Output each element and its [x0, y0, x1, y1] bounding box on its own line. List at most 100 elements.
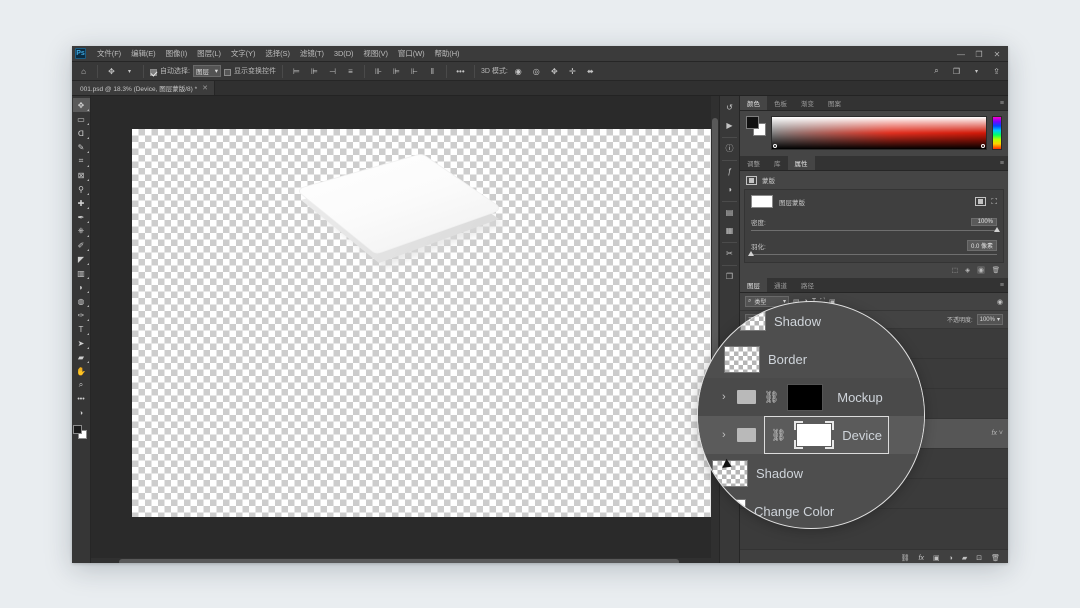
invert-mask-icon[interactable]: ◉	[977, 266, 985, 274]
magnified-layer-row[interactable]: Change Color	[698, 492, 924, 528]
tool-edit-toolbar[interactable]: •••	[73, 392, 90, 406]
tool-hand[interactable]: ✋	[73, 364, 90, 378]
3d-roll-icon[interactable]: ◎	[529, 64, 544, 79]
tool-pen[interactable]: ✑	[73, 308, 90, 322]
delete-mask-icon[interactable]: 🗑	[992, 266, 1000, 274]
libraries-panel-icon[interactable]: ▤	[721, 204, 739, 221]
slider-handle[interactable]	[748, 251, 754, 256]
align-center-h-icon[interactable]: ⊫	[307, 64, 322, 79]
tool-crop[interactable]: ⌗	[73, 154, 90, 168]
scrollbar-thumb[interactable]	[119, 559, 679, 563]
tab-color[interactable]: 颜色	[740, 96, 767, 110]
tab-adjustments[interactable]: 调整	[740, 156, 767, 170]
link-layers-icon[interactable]: ⛓	[901, 554, 910, 562]
artboard-transparent[interactable]	[132, 129, 713, 517]
vector-mask-icon[interactable]: ⛶	[991, 197, 997, 207]
tool-shape[interactable]: ▰	[73, 350, 90, 364]
3d-scale-icon[interactable]: ⬌	[583, 64, 598, 79]
tab-patterns[interactable]: 图案	[821, 96, 848, 110]
panel-menu-icon[interactable]: ≡	[1000, 100, 1004, 107]
slider-handle[interactable]	[994, 227, 1000, 232]
menu-image[interactable]: 图像(I)	[161, 46, 193, 61]
tool-type[interactable]: T	[73, 322, 90, 336]
menu-edit[interactable]: 编辑(E)	[126, 46, 161, 61]
close-icon[interactable]: ✕	[202, 84, 208, 92]
canvas-scrollbar-horizontal[interactable]	[91, 558, 719, 563]
layer-thumbnail[interactable]	[740, 311, 766, 331]
align-left-icon[interactable]: ⊨	[289, 64, 304, 79]
new-group-icon[interactable]: ▰	[962, 554, 967, 562]
history-panel-icon[interactable]: ↺	[721, 99, 739, 116]
magnified-layer-row[interactable]: › ⛓ Mockup	[698, 378, 924, 416]
foreground-color-swatch[interactable]	[72, 425, 82, 434]
magnified-layer-row-selected[interactable]: › ⛓ Device	[698, 416, 924, 454]
feather-value[interactable]: 0.0 像素	[966, 240, 997, 251]
tool-marquee[interactable]: ▭	[73, 112, 90, 126]
tool-eraser[interactable]: ◤	[73, 252, 90, 266]
share-icon[interactable]: ⇪	[989, 64, 1004, 79]
tool-zoom[interactable]: ⌕	[73, 378, 90, 392]
tool-history-brush[interactable]: ✐	[73, 238, 90, 252]
color-range-icon[interactable]: ◈	[965, 266, 970, 274]
document-tab[interactable]: 001.psd @ 18.3% (Device, 图层蒙版/8) * ✕	[72, 81, 216, 95]
color-swatches[interactable]	[72, 425, 90, 442]
layer-fx-icon[interactable]: fx ˅	[992, 430, 1003, 437]
tab-channels[interactable]: 通道	[767, 278, 794, 292]
layer-thumbnail[interactable]	[718, 499, 746, 523]
tool-blur[interactable]: ◗	[73, 280, 90, 294]
hue-strip[interactable]	[992, 116, 1002, 150]
tool-dodge[interactable]: ◍	[73, 294, 90, 308]
minimize-button[interactable]: —	[952, 47, 970, 61]
panel-menu-icon[interactable]: ≡	[1000, 160, 1004, 167]
select-and-mask-icon[interactable]: ⬚	[952, 266, 958, 274]
distribute-top-icon[interactable]: ⊪	[371, 64, 386, 79]
3d-rotate-icon[interactable]: ◉	[511, 64, 526, 79]
group-expand-chevron-icon[interactable]: ›	[722, 391, 729, 403]
menu-type[interactable]: 文字(Y)	[226, 46, 261, 61]
menu-filter[interactable]: 滤镜(T)	[295, 46, 329, 61]
link-mask-icon[interactable]: ⛓	[764, 390, 779, 404]
tool-lasso[interactable]: ᗡ	[73, 126, 90, 140]
add-fx-icon[interactable]: fx	[919, 555, 924, 562]
3d-drag-icon[interactable]: ✥	[547, 64, 562, 79]
menu-help[interactable]: 帮助(H)	[430, 46, 465, 61]
arrange-documents-icon[interactable]: ❐	[949, 64, 964, 79]
tab-swatches[interactable]: 色板	[767, 96, 794, 110]
new-layer-icon[interactable]: ⊡	[976, 554, 982, 562]
tool-clone-stamp[interactable]: ⎈	[73, 224, 90, 238]
layer-mask-thumbnail[interactable]	[751, 195, 773, 208]
menu-layer[interactable]: 图层(L)	[192, 46, 226, 61]
density-value[interactable]: 100%	[971, 218, 997, 226]
menu-window[interactable]: 窗口(W)	[393, 46, 430, 61]
menu-view[interactable]: 视图(V)	[358, 46, 393, 61]
paragraph-panel-icon[interactable]: ▦	[721, 222, 739, 239]
adjustments-panel-icon[interactable]: ◑	[721, 181, 739, 198]
layer-comps-panel-icon[interactable]: ❐	[721, 268, 739, 285]
tool-healing-brush[interactable]: ✚	[73, 196, 90, 210]
tool-quick-select[interactable]: ✎	[73, 140, 90, 154]
layer-mask-thumbnail-selected[interactable]	[794, 421, 835, 449]
density-slider[interactable]	[751, 227, 1000, 232]
new-adjustment-icon[interactable]: ◑	[949, 555, 953, 562]
align-top-icon[interactable]: ≡	[343, 64, 358, 79]
color-panel-swatches[interactable]	[746, 116, 766, 136]
color-ramp[interactable]	[771, 116, 987, 150]
chevron-down-icon[interactable]: ▾	[969, 64, 984, 79]
move-tool-icon[interactable]: ✥	[104, 64, 119, 79]
tool-gradient[interactable]: ▥	[73, 266, 90, 280]
magnified-layer-row[interactable]: Shadow	[698, 454, 924, 492]
tool-path-select[interactable]: ➤	[73, 336, 90, 350]
magnified-layer-row[interactable]: Border	[698, 340, 924, 378]
tool-eyedropper[interactable]: ⚲	[73, 182, 90, 196]
canvas-area[interactable]	[91, 96, 719, 563]
menu-file[interactable]: 文件(F)	[92, 46, 126, 61]
auto-select-checkbox[interactable]	[150, 68, 157, 76]
restore-button[interactable]: ❐	[970, 47, 988, 61]
styles-panel-icon[interactable]: ƒ	[721, 163, 739, 180]
search-icon[interactable]: ⌕	[929, 64, 944, 79]
actions-panel-icon[interactable]: ▶	[721, 117, 739, 134]
more-options-button[interactable]: •••	[453, 64, 468, 79]
tab-paths[interactable]: 路径	[794, 278, 821, 292]
tool-preset-chevron-icon[interactable]: ▾	[122, 64, 137, 79]
group-expand-chevron-icon[interactable]: ›	[722, 429, 729, 441]
